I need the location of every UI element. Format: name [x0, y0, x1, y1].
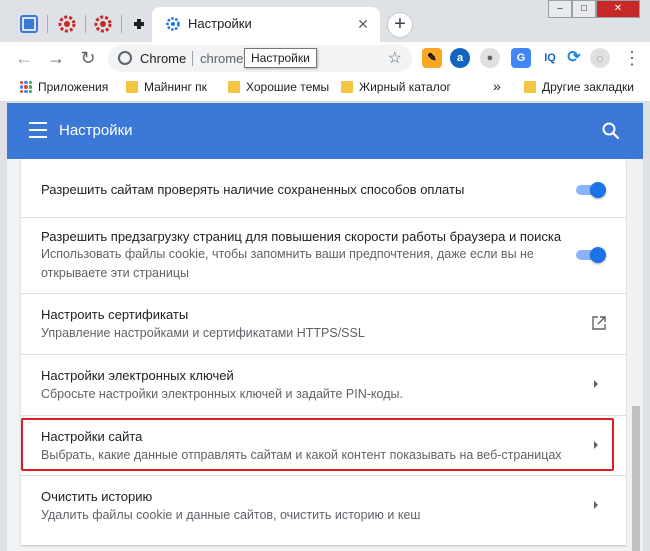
a-extension-icon[interactable]: a	[450, 48, 470, 68]
settings-header: Настройки	[7, 103, 643, 159]
omnibox-url[interactable]: chrome	[200, 51, 243, 66]
setting-row-clear-history[interactable]: Очистить историю Удалить файлы cookie и …	[21, 475, 626, 545]
setting-description: Сбросьте настройки электронных ключей и …	[41, 387, 403, 401]
tab-separator	[85, 15, 86, 33]
setting-title: Разрешить предзагрузку страниц для повыш…	[41, 229, 562, 244]
setting-description: Использовать файлы cookie, чтобы запомни…	[41, 247, 534, 280]
setting-title: Настроить сертификаты	[41, 307, 189, 322]
settings-card: Разрешить сайтам проверять наличие сохра…	[21, 159, 626, 545]
gear-favicon-icon	[58, 15, 76, 33]
omnibox-chip: Chrome	[140, 51, 187, 66]
payment-methods-toggle[interactable]	[576, 182, 606, 198]
chrome-site-icon	[118, 51, 132, 65]
search-icon[interactable]	[601, 121, 621, 141]
bookmark-label: Другие закладки	[542, 80, 634, 94]
bookmark-apps[interactable]: Приложения	[20, 80, 108, 94]
bookmark-item[interactable]: Жирный каталог	[341, 80, 451, 94]
other-bookmarks[interactable]: Другие закладки	[524, 80, 634, 94]
setting-row-payment-methods[interactable]: Разрешить сайтам проверять наличие сохра…	[21, 159, 626, 217]
tab-title: Настройки	[188, 16, 252, 31]
tooltip: Настройки	[244, 48, 317, 68]
maximize-button[interactable]: □	[572, 0, 596, 18]
page-title: Настройки	[59, 122, 133, 139]
tab-separator	[47, 15, 48, 33]
folder-icon	[341, 81, 353, 93]
plugin-favicon-icon	[130, 15, 148, 33]
puzzle-favicon-icon	[20, 15, 38, 33]
setting-row-certificates[interactable]: Настроить сертификаты Управление настрой…	[21, 293, 626, 354]
setting-title: Разрешить сайтам проверять наличие сохра…	[41, 182, 465, 197]
apps-grid-icon	[20, 81, 32, 93]
bookmark-item[interactable]: Майнинг пк	[126, 80, 207, 94]
setting-row-site-settings[interactable]: Настройки сайта Выбрать, какие данные от…	[21, 415, 626, 475]
tab-settings[interactable]: Настройки ✕	[152, 7, 380, 42]
bookmark-label: Приложения	[38, 80, 109, 94]
settings-content: Разрешить сайтам проверять наличие сохра…	[7, 159, 643, 551]
folder-icon	[228, 81, 240, 93]
folder-icon	[126, 81, 138, 93]
reload-button[interactable]: ↻	[76, 46, 100, 70]
bookmark-star-icon[interactable]: ☆	[388, 48, 402, 68]
external-link-icon[interactable]	[592, 316, 606, 335]
chevron-right-icon	[592, 439, 602, 449]
setting-description: Выбрать, какие данные отправлять сайтам …	[41, 448, 562, 462]
bookmark-label: Майнинг пк	[144, 80, 207, 94]
gear-favicon-icon	[94, 15, 112, 33]
settings-gear-icon	[166, 17, 180, 36]
hamburger-menu-icon[interactable]	[29, 122, 47, 138]
translate-extension-icon[interactable]: G	[511, 48, 531, 68]
preload-pages-toggle[interactable]	[576, 247, 606, 263]
scrollbar-thumb[interactable]	[632, 406, 640, 551]
chevron-right-icon	[592, 499, 602, 509]
chevron-right-icon	[592, 378, 602, 388]
setting-row-preload-pages[interactable]: Разрешить предзагрузку страниц для повыш…	[21, 217, 626, 293]
tab-strip: Настройки ✕ + – □ ✕	[0, 0, 650, 42]
bookmarks-bar: Приложения Майнинг пк Хорошие темы Жирны…	[0, 74, 650, 102]
pen-extension-icon[interactable]: ✎	[422, 48, 442, 68]
tab-separator	[121, 15, 122, 33]
close-window-button[interactable]: ✕	[596, 0, 640, 18]
setting-description: Управление настройками и сертификатами H…	[41, 326, 365, 340]
iq-extension-icon[interactable]: IQ	[540, 48, 560, 68]
bookmark-label: Жирный каталог	[359, 80, 451, 94]
bookmark-label: Хорошие темы	[246, 80, 330, 94]
chrome-menu-icon[interactable]: ⋮	[620, 46, 644, 70]
pinned-tab-1[interactable]	[14, 9, 44, 39]
close-tab-icon[interactable]: ✕	[354, 15, 372, 33]
setting-title: Очистить историю	[41, 489, 153, 504]
sync-extension-icon[interactable]: ⟳	[564, 48, 584, 68]
bookmark-item[interactable]: Хорошие темы	[228, 80, 329, 94]
back-button[interactable]: ←	[12, 46, 36, 70]
forward-button[interactable]: →	[44, 46, 68, 70]
circle-extension-icon[interactable]: ●	[480, 48, 500, 68]
setting-description: Удалить файлы cookie и данные сайтов, оч…	[41, 508, 421, 522]
setting-row-security-keys[interactable]: Настройки электронных ключей Сбросьте на…	[21, 354, 626, 415]
omnibox-divider	[192, 51, 193, 66]
page-scrollbar[interactable]	[629, 159, 643, 551]
minimize-button[interactable]: –	[548, 0, 572, 18]
pinned-tab-4[interactable]	[124, 9, 154, 39]
folder-icon	[524, 81, 536, 93]
pinned-tab-3[interactable]	[88, 9, 118, 39]
bookmarks-overflow-button[interactable]: »	[493, 78, 501, 94]
setting-title: Настройки электронных ключей	[41, 368, 234, 383]
setting-title: Настройки сайта	[41, 429, 143, 444]
new-tab-button[interactable]: +	[387, 12, 413, 38]
pinned-tab-2[interactable]	[52, 9, 82, 39]
profile-avatar-icon[interactable]: ○	[590, 48, 610, 68]
